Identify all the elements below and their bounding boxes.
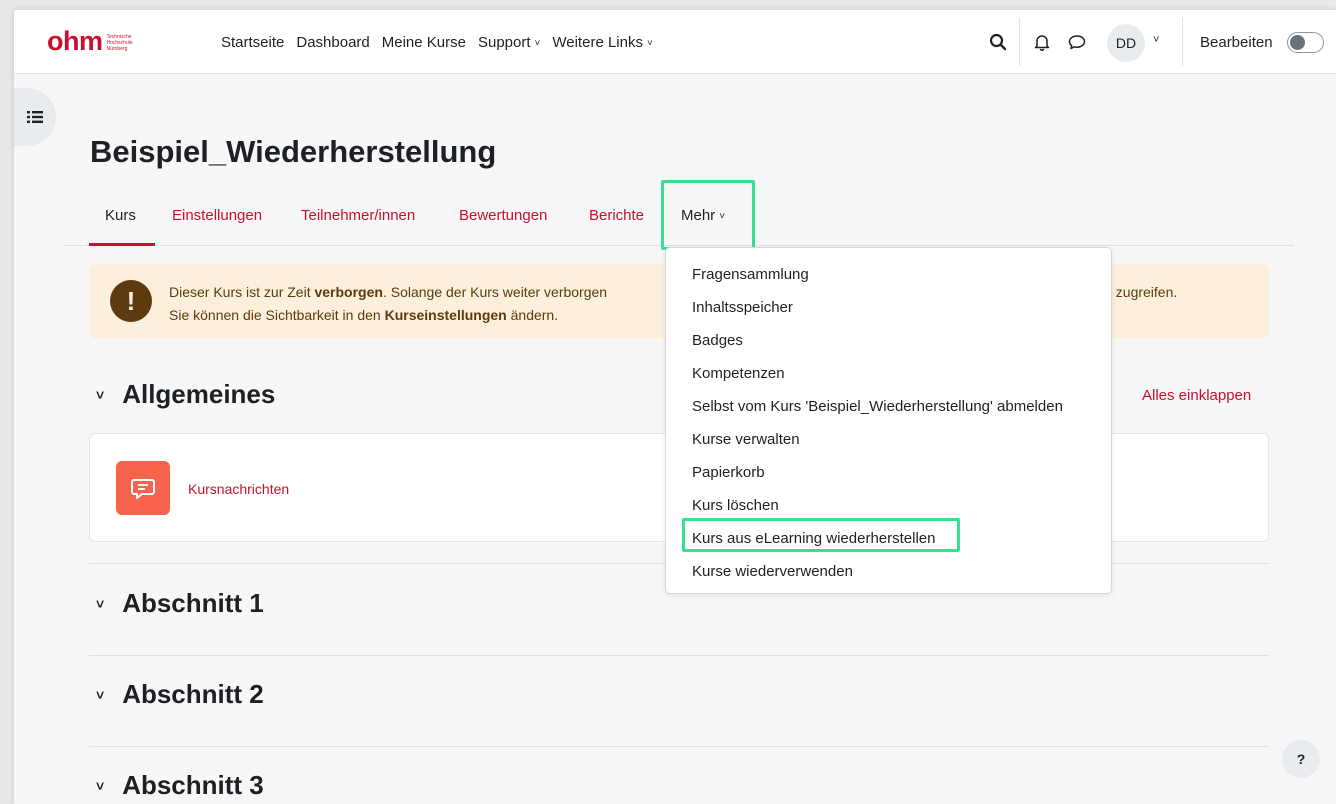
navbar-divider bbox=[1019, 18, 1020, 66]
nav-dashboard[interactable]: Dashboard bbox=[296, 34, 369, 51]
section-title: Abschnitt 3 bbox=[122, 770, 264, 800]
chevron-down-icon[interactable]: ˅ bbox=[96, 687, 104, 703]
menu-item-abmelden[interactable]: Selbst vom Kurs 'Beispiel_Wiederherstell… bbox=[692, 398, 1063, 415]
menu-item-kurs-loeschen[interactable]: Kurs löschen bbox=[692, 497, 779, 514]
ohm-logo[interactable]: ohm Technische Hochschule Nürnberg bbox=[47, 26, 147, 56]
course-settings-link[interactable]: Kurseinstellungen bbox=[385, 307, 507, 323]
nav-startseite[interactable]: Startseite bbox=[221, 34, 284, 51]
edit-mode-label: Bearbeiten bbox=[1200, 34, 1273, 51]
chevron-down-icon[interactable]: ˅ bbox=[1153, 34, 1159, 46]
navbar-divider bbox=[1182, 18, 1183, 66]
logo-wordmark: ohm bbox=[47, 26, 103, 56]
section-title: Allgemeines bbox=[122, 379, 276, 409]
section-allgemeines-header[interactable]: ˅ Allgemeines bbox=[96, 379, 275, 410]
mehr-highlight-box bbox=[661, 180, 755, 250]
bell-icon[interactable] bbox=[1032, 32, 1052, 52]
menu-item-kurse-verwalten[interactable]: Kurse verwalten bbox=[692, 431, 800, 448]
search-icon[interactable] bbox=[988, 32, 1008, 52]
nav-label: Weitere Links bbox=[552, 34, 643, 51]
tab-berichte[interactable]: Berichte bbox=[589, 207, 644, 224]
nav-label: Meine Kurse bbox=[381, 34, 466, 51]
tab-bewertungen[interactable]: Bewertungen bbox=[459, 207, 547, 224]
top-navbar: ohm Technische Hochschule Nürnberg Start… bbox=[14, 10, 1336, 74]
menu-item-fragensammlung[interactable]: Fragensammlung bbox=[692, 266, 809, 283]
forum-icon-glyph bbox=[131, 479, 155, 499]
active-tab-indicator bbox=[89, 243, 155, 246]
primary-navigation: Startseite Dashboard Meine Kurse Support… bbox=[221, 34, 665, 51]
menu-item-papierkorb[interactable]: Papierkorb bbox=[692, 464, 765, 481]
section-abschnitt-3-header[interactable]: ˅ Abschnitt 3 bbox=[96, 770, 264, 801]
logo-subtitle: Technische Hochschule Nürnberg bbox=[106, 34, 133, 52]
alert-text: Sie können die Sichtbarkeit in den bbox=[169, 307, 385, 323]
alert-bold: verborgen bbox=[314, 284, 383, 300]
collapse-all-link[interactable]: Alles einklappen bbox=[1142, 387, 1251, 404]
tab-einstellungen[interactable]: Einstellungen bbox=[172, 207, 262, 224]
menu-item-badges[interactable]: Badges bbox=[692, 332, 743, 349]
chevron-down-icon[interactable]: ˅ bbox=[96, 778, 104, 794]
chat-icon[interactable] bbox=[1067, 32, 1087, 52]
nav-label: Dashboard bbox=[296, 34, 370, 51]
alert-line-1: Dieser Kurs ist zur Zeit verborgen. Sola… bbox=[169, 281, 607, 304]
nav-weitere-links[interactable]: Weitere Links ˅ bbox=[552, 34, 652, 51]
help-icon[interactable]: ? bbox=[1282, 740, 1320, 778]
restore-highlight-box bbox=[682, 518, 960, 552]
course-index-icon bbox=[27, 111, 43, 123]
nav-label: Startseite bbox=[221, 34, 285, 51]
alert-line-2: Sie können die Sichtbarkeit in den Kurse… bbox=[169, 304, 607, 327]
alert-text: ändern. bbox=[506, 307, 559, 323]
alert-text: Dieser Kurs ist zur Zeit bbox=[169, 284, 315, 300]
nav-label: Support bbox=[477, 34, 531, 51]
chevron-down-icon: ˅ bbox=[646, 38, 653, 49]
toggle-knob bbox=[1290, 35, 1305, 50]
tab-teilnehmer[interactable]: Teilnehmer/innen bbox=[301, 207, 415, 224]
section-divider bbox=[89, 746, 1269, 747]
section-abschnitt-1-header[interactable]: ˅ Abschnitt 1 bbox=[96, 588, 264, 619]
alert-text: . Solange der Kurs weiter verborgen bbox=[382, 284, 608, 300]
alert-line-1-tail: f zugreifen. bbox=[1108, 284, 1178, 300]
tab-kurs[interactable]: Kurs bbox=[105, 207, 136, 224]
nav-meine-kurse[interactable]: Meine Kurse bbox=[382, 34, 466, 51]
chevron-down-icon[interactable]: ˅ bbox=[96, 596, 104, 612]
menu-item-kurse-wiederverwenden[interactable]: Kurse wiederverwenden bbox=[692, 563, 853, 580]
menu-item-inhaltsspeicher[interactable]: Inhaltsspeicher bbox=[692, 299, 793, 316]
course-index-toggle[interactable] bbox=[14, 88, 56, 146]
menu-item-kompetenzen[interactable]: Kompetenzen bbox=[692, 365, 785, 382]
exclamation-icon: ! bbox=[110, 280, 152, 322]
chevron-down-icon[interactable]: ˅ bbox=[96, 387, 104, 403]
nav-support[interactable]: Support ˅ bbox=[478, 34, 540, 51]
browser-page: ohm Technische Hochschule Nürnberg Start… bbox=[14, 10, 1336, 804]
user-avatar[interactable]: DD bbox=[1107, 24, 1145, 62]
section-title: Abschnitt 2 bbox=[122, 679, 264, 709]
chevron-down-icon: ˅ bbox=[534, 38, 541, 49]
course-title: Beispiel_Wiederherstellung bbox=[90, 134, 497, 169]
forum-icon bbox=[116, 461, 170, 515]
section-divider bbox=[89, 655, 1269, 656]
alert-message: Dieser Kurs ist zur Zeit verborgen. Sola… bbox=[169, 281, 607, 327]
section-title: Abschnitt 1 bbox=[122, 588, 264, 618]
edit-mode-toggle[interactable] bbox=[1287, 32, 1324, 53]
activity-link-kursnachrichten[interactable]: Kursnachrichten bbox=[188, 481, 289, 497]
section-abschnitt-2-header[interactable]: ˅ Abschnitt 2 bbox=[96, 679, 264, 710]
